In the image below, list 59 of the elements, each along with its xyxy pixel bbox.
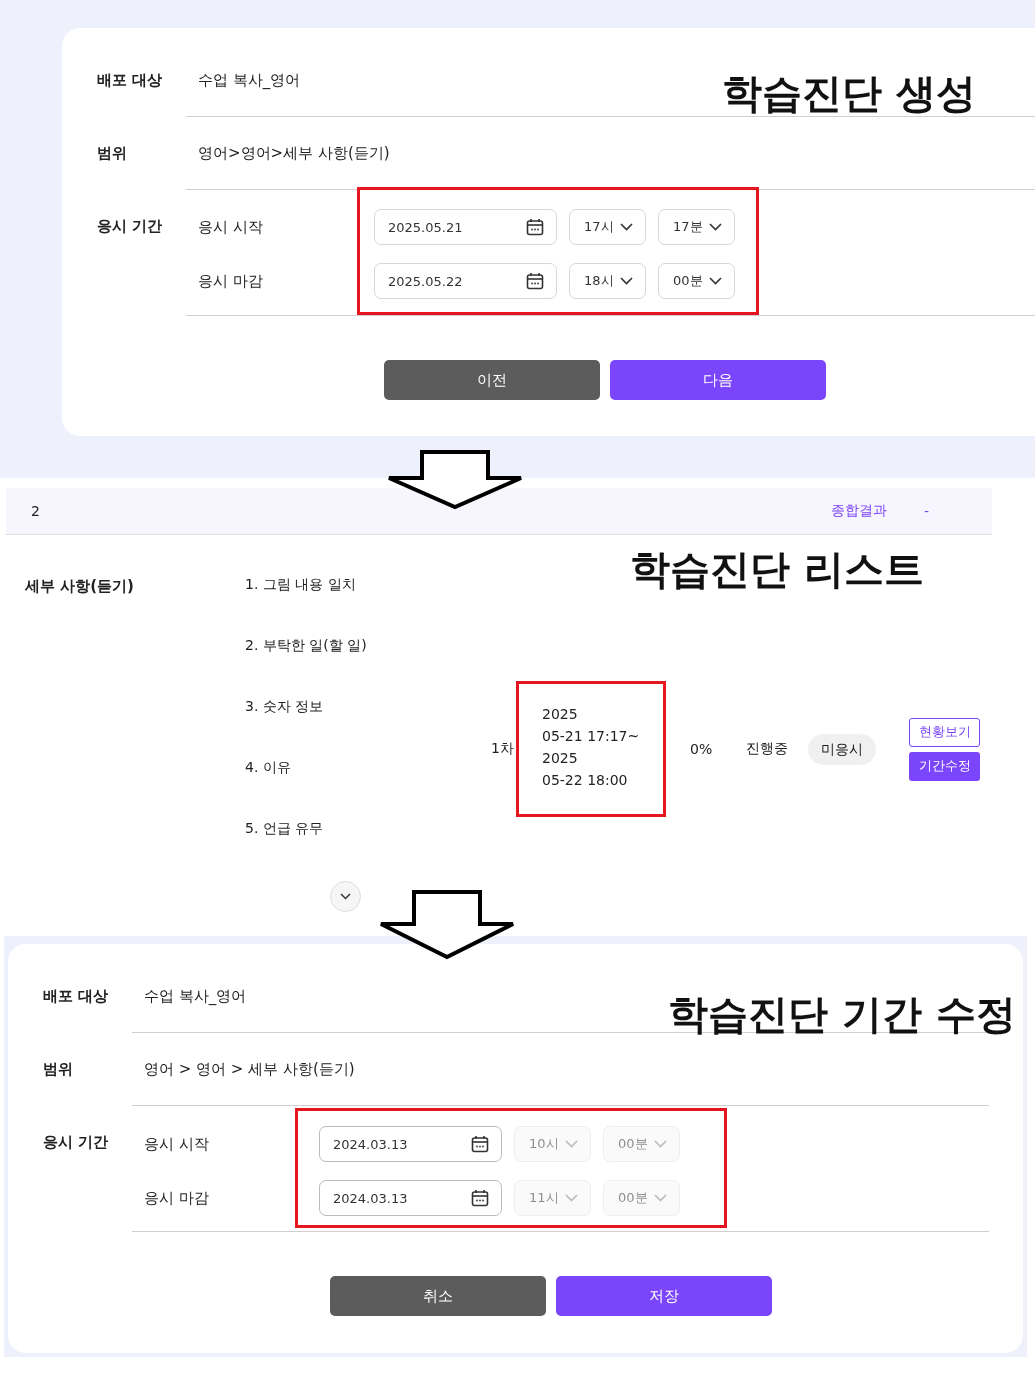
- calendar-icon: [471, 1135, 489, 1153]
- chevron-down-icon: [565, 1140, 578, 1148]
- action-button[interactable]: 취소: [330, 1276, 546, 1316]
- action-button[interactable]: 이전: [384, 360, 600, 400]
- calendar-icon: [526, 272, 544, 290]
- date-field[interactable]: 2025.05.22: [374, 263, 557, 299]
- minute-select[interactable]: 17분: [658, 209, 735, 245]
- hour-select[interactable]: 18시: [569, 263, 646, 299]
- chevron-down-icon: [654, 1194, 667, 1202]
- row-action-button[interactable]: 현황보기: [909, 717, 981, 747]
- field-value: 수업 복사_영어: [198, 71, 301, 89]
- date-field[interactable]: 2025.05.21: [374, 209, 557, 245]
- topic-item: 4. 이유: [245, 758, 292, 777]
- topic-item: 1. 그림 내용 일치: [245, 575, 357, 594]
- hour-select[interactable]: 17시: [569, 209, 646, 245]
- action-button[interactable]: 다음: [610, 360, 826, 400]
- field-label: 응시 기간: [43, 1132, 110, 1153]
- field-label: 범위: [43, 1059, 74, 1080]
- date-field[interactable]: 2024.03.13: [319, 1126, 502, 1162]
- field-value: 영어>영어>세부 사항(듣기): [198, 144, 390, 162]
- field-label: 범위: [97, 143, 128, 164]
- expand-button[interactable]: [330, 881, 361, 912]
- annotation-title: 학습진단 기간 수정: [668, 990, 1016, 1038]
- field-value: 영어 > 영어 > 세부 사항(듣기): [144, 1060, 355, 1078]
- calendar-icon: [471, 1189, 489, 1207]
- topic-item: 3. 숫자 정보: [245, 697, 325, 716]
- chevron-down-icon: [620, 277, 633, 285]
- progress-text: 0%: [690, 741, 713, 757]
- chevron-down-icon: [340, 893, 351, 900]
- field-label: 배포 대상: [43, 986, 110, 1007]
- chevron-down-icon: [565, 1194, 578, 1202]
- topic-item: 5. 언급 유무: [245, 819, 325, 838]
- date-field[interactable]: 2024.03.13: [319, 1180, 502, 1216]
- annotation-title: 학습진단 생성: [722, 69, 976, 117]
- chevron-down-icon: [620, 223, 633, 231]
- field-label: 응시 시작: [144, 1134, 210, 1155]
- chevron-down-icon: [654, 1140, 667, 1148]
- minute-select[interactable]: 00분: [658, 263, 735, 299]
- round-text: 1차: [491, 740, 515, 758]
- field-label: 응시 마감: [144, 1188, 210, 1209]
- field-label: 응시 기간: [97, 216, 164, 237]
- row-action-button[interactable]: 기간수정: [909, 751, 981, 781]
- topic-item: 2. 부탁한 일(할 일): [245, 636, 368, 655]
- field-value: 수업 복사_영어: [144, 987, 247, 1005]
- annotation-title: 학습진단 리스트: [630, 545, 924, 593]
- status-text: 진행중: [746, 740, 789, 758]
- field-label: 응시 시작: [198, 217, 264, 238]
- result-link[interactable]: 종합결과: [830, 502, 887, 520]
- status-badge: 미응시: [808, 733, 877, 765]
- chevron-down-icon: [709, 223, 722, 231]
- category-label: 세부 사항(듣기): [25, 576, 135, 597]
- calendar-icon: [526, 218, 544, 236]
- chevron-down-icon: [709, 277, 722, 285]
- field-label: 응시 마감: [198, 271, 264, 292]
- action-button[interactable]: 저장: [556, 1276, 772, 1316]
- row-number: 2: [31, 503, 40, 519]
- score-text: -: [923, 503, 929, 519]
- field-label: 배포 대상: [97, 70, 164, 91]
- period-text: 2025 05-21 17:17~ 2025 05-22 18:00: [542, 705, 641, 790]
